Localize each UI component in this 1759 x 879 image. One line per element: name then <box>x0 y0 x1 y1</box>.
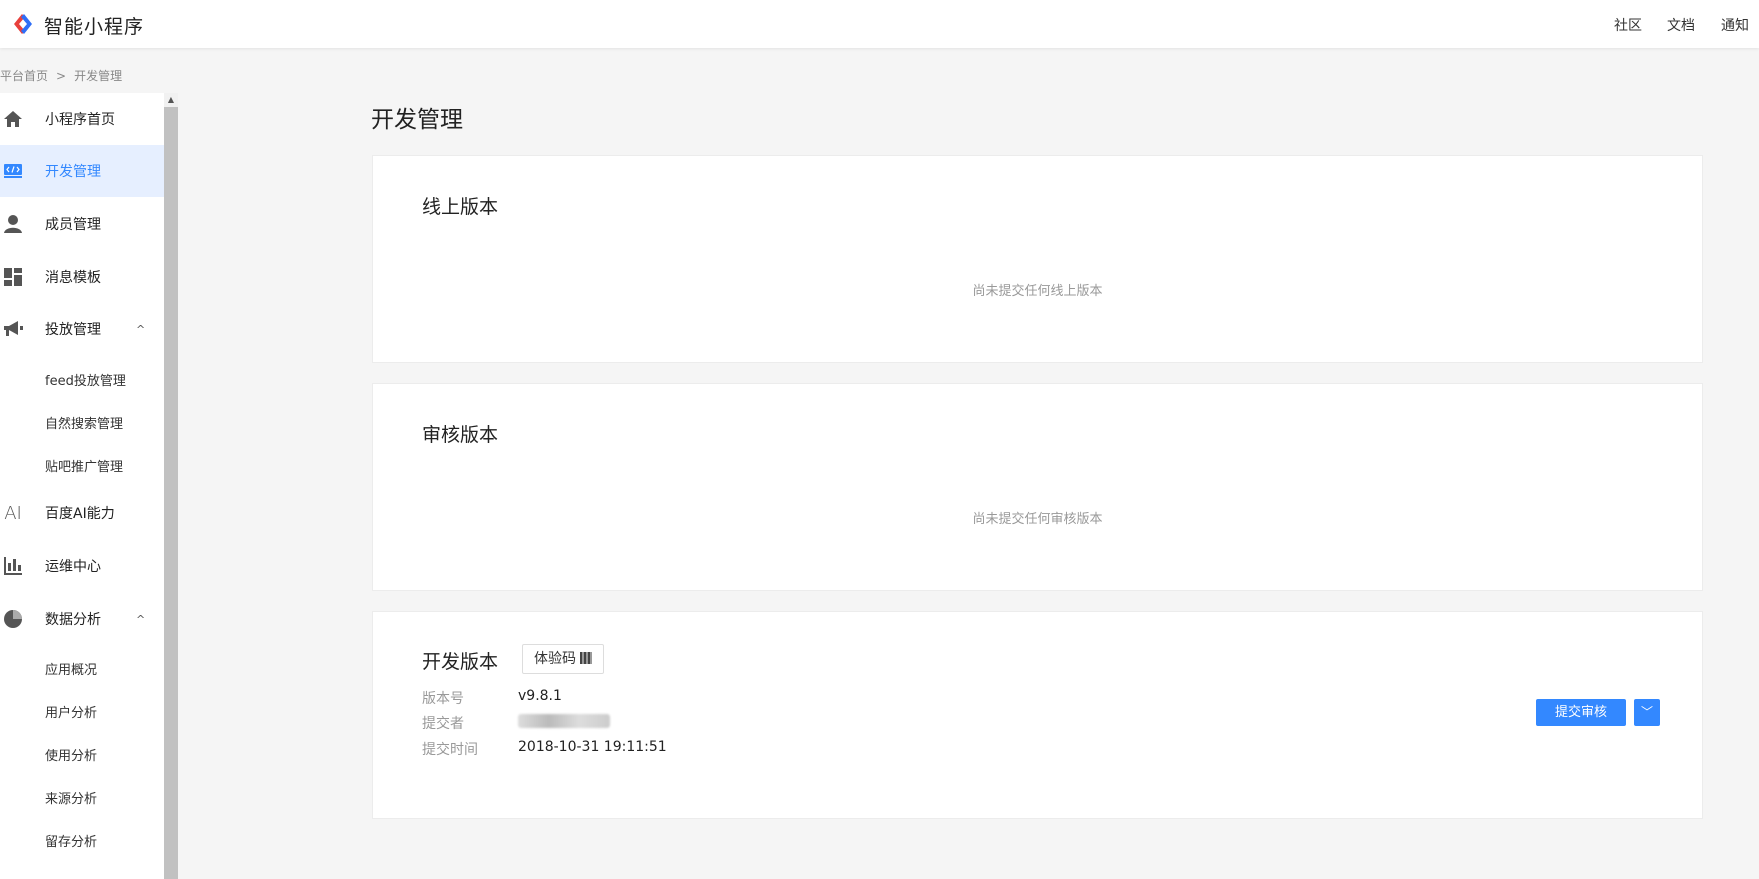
sidebar-item-templates[interactable]: 消息模板 <box>0 251 164 303</box>
sidebar-item-label: 数据分析 <box>45 612 101 628</box>
user-icon <box>2 213 24 235</box>
sidebar-item-ops[interactable]: 运维中心 <box>0 540 164 592</box>
sidebar-item-analytics[interactable]: 数据分析 ^ <box>0 593 164 645</box>
sidebar-item-label: 投放管理 <box>45 322 101 338</box>
submitter-label: 提交者 <box>422 716 464 732</box>
sidebar-item-dev[interactable]: 开发管理 <box>0 145 164 197</box>
chevron-down-icon[interactable]: ﹀ <box>1634 699 1660 726</box>
sidebar-item-label: 消息模板 <box>45 270 101 286</box>
sidebar-subitem-usage[interactable]: 使用分析 <box>45 745 97 764</box>
review-version-empty-text: 尚未提交任何审核版本 <box>972 512 1103 527</box>
sidebar-subitem-overview[interactable]: 应用概况 <box>45 659 97 678</box>
sidebar-subitem-search[interactable]: 自然搜索管理 <box>45 413 123 432</box>
sidebar-subitem-feed[interactable]: feed投放管理 <box>45 370 126 389</box>
sidebar: 小程序首页 开发管理 成员管理 消息模板 投放管理 ^ feed投放管理 自然搜… <box>0 93 164 879</box>
breadcrumb-current: 开发管理 <box>74 69 123 83</box>
review-version-title: 审核版本 <box>422 424 499 446</box>
sidebar-scrollbar[interactable] <box>164 93 178 879</box>
submitter-value-redacted <box>518 714 610 728</box>
nav-community-link[interactable]: 社区 <box>1614 15 1642 35</box>
online-version-empty-text: 尚未提交任何线上版本 <box>972 284 1103 299</box>
submit-time-value: 2018-10-31 19:11:51 <box>518 739 667 755</box>
sidebar-item-launch[interactable]: 投放管理 ^ <box>0 303 164 355</box>
home-icon <box>2 108 24 130</box>
nav-docs-link[interactable]: 文档 <box>1667 15 1695 35</box>
sidebar-item-home[interactable]: 小程序首页 <box>0 93 164 145</box>
sidebar-item-label: 百度AI能力 <box>45 506 115 522</box>
sidebar-subitem-sources[interactable]: 来源分析 <box>45 788 97 807</box>
page-title: 开发管理 <box>371 107 463 133</box>
scroll-up-arrow-icon[interactable]: ▲ <box>164 93 178 107</box>
ai-icon: AI <box>4 502 22 524</box>
breadcrumb-home-link[interactable]: 平台首页 <box>0 69 48 83</box>
chevron-up-icon[interactable]: ^ <box>136 323 145 336</box>
sidebar-subitem-users[interactable]: 用户分析 <box>45 702 97 721</box>
template-icon <box>2 266 24 288</box>
submit-review-button[interactable]: 提交审核 <box>1536 699 1626 726</box>
dev-version-card: 开发版本 体验码 版本号 v9.8.1 提交者 提交时间 2018-10-31 … <box>372 611 1703 819</box>
qr-code-button[interactable]: 体验码 <box>522 644 604 674</box>
bar-chart-icon <box>2 555 24 577</box>
sidebar-item-label: 小程序首页 <box>45 112 115 128</box>
code-icon <box>2 160 24 182</box>
sidebar-subitem-tieba[interactable]: 贴吧推广管理 <box>45 456 123 475</box>
review-version-card: 审核版本 尚未提交任何审核版本 <box>372 383 1703 591</box>
dev-version-title: 开发版本 <box>422 651 499 673</box>
version-number-label: 版本号 <box>422 691 464 707</box>
online-version-card: 线上版本 尚未提交任何线上版本 <box>372 155 1703 363</box>
qr-code-icon <box>580 652 592 664</box>
top-bar: 智能小程序 社区 文档 通知 <box>0 0 1759 48</box>
logo-icon[interactable] <box>10 12 36 36</box>
breadcrumb: 平台首页 > 开发管理 <box>0 67 122 84</box>
submit-time-label: 提交时间 <box>422 742 478 758</box>
chevron-up-icon[interactable]: ^ <box>136 613 145 626</box>
sidebar-item-label: 运维中心 <box>45 559 101 575</box>
sidebar-item-label: 开发管理 <box>45 164 101 180</box>
app-title[interactable]: 智能小程序 <box>44 12 144 39</box>
qr-code-button-label: 体验码 <box>534 651 576 667</box>
nav-notify-link[interactable]: 通知 <box>1721 15 1749 35</box>
sidebar-item-ai[interactable]: AI 百度AI能力 <box>0 487 164 539</box>
sidebar-item-members[interactable]: 成员管理 <box>0 198 164 250</box>
sidebar-item-label: 成员管理 <box>45 217 101 233</box>
sidebar-subitem-retention[interactable]: 留存分析 <box>45 831 97 850</box>
pie-chart-icon <box>2 608 24 630</box>
breadcrumb-separator: > <box>56 69 67 83</box>
version-number-value: v9.8.1 <box>518 688 562 704</box>
megaphone-icon <box>2 318 24 340</box>
online-version-title: 线上版本 <box>422 196 499 218</box>
